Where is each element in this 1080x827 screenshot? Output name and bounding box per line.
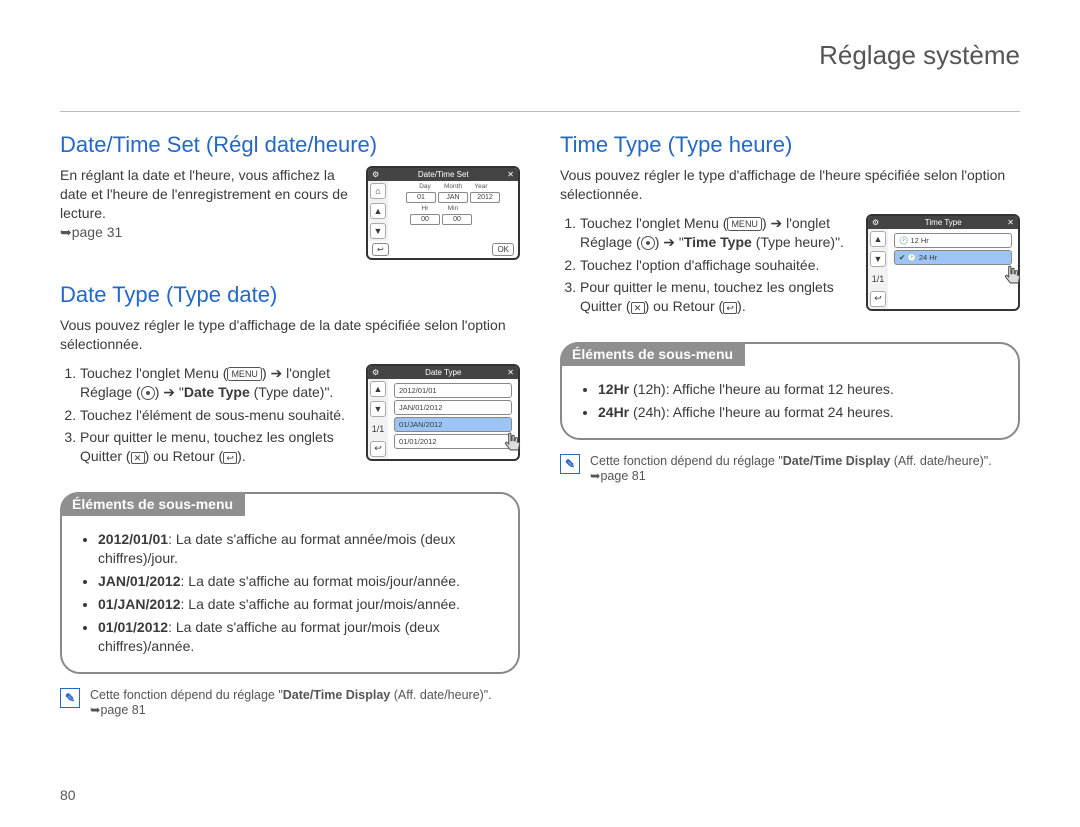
label-day: Day	[412, 183, 438, 190]
value-month[interactable]: JAN	[438, 192, 468, 203]
date-option[interactable]: JAN/01/2012	[394, 400, 512, 415]
date-type-desc: Vous pouvez régler le type d'affichage d…	[60, 316, 520, 354]
down-icon[interactable]: ▼	[870, 251, 886, 267]
right-column: Time Type (Type heure) Vous pouvez régle…	[560, 118, 1020, 717]
submenu-item: 01/01/2012: La date s'affiche au format …	[98, 618, 500, 656]
up-icon[interactable]: ▲	[870, 231, 886, 247]
two-columns: Date/Time Set (Régl date/heure) ⚙ Date/T…	[60, 118, 1020, 717]
gear-icon: ⚙	[872, 218, 879, 227]
submenu-item: 01/JAN/2012: La date s'affiche au format…	[98, 595, 500, 614]
time-type-desc: Vous pouvez régler le type d'affichage d…	[560, 166, 1020, 204]
note-icon: ✎	[60, 688, 80, 708]
value-year[interactable]: 2012	[470, 192, 500, 203]
screen-date-type: ⚙ Date Type ✕ ▲ ▼ 1/1 ↩	[356, 364, 520, 469]
menu-icon: MENU	[227, 367, 262, 381]
return-icon[interactable]: ↩	[370, 441, 386, 457]
check-icon: ✔	[899, 253, 905, 262]
close-icon[interactable]: ✕	[1007, 218, 1014, 227]
down-icon[interactable]: ▼	[370, 223, 386, 239]
label-min: Min	[440, 205, 466, 212]
submenu-item: JAN/01/2012: La date s'affiche au format…	[98, 572, 500, 591]
screen-title: Time Type	[925, 218, 962, 227]
date-option-selected[interactable]: 01/JAN/2012	[394, 417, 512, 432]
screen-title: Date Type	[425, 368, 461, 377]
divider	[60, 111, 1020, 112]
up-icon[interactable]: ▲	[370, 381, 386, 397]
submenu-elements-box: Éléments de sous-menu 2012/01/01: La dat…	[60, 492, 520, 673]
screen-datetime-set: ⚙ Date/Time Set ✕ ⌂ ▲ ▼	[356, 166, 520, 268]
home-icon[interactable]: ⌂	[370, 183, 386, 199]
submenu-item: 12Hr (12h): Affiche l'heure au format 12…	[598, 380, 1000, 399]
date-option[interactable]: 2012/01/01	[394, 383, 512, 398]
heading-time-type: Time Type (Type heure)	[560, 132, 1020, 158]
note-icon: ✎	[560, 454, 580, 474]
left-column: Date/Time Set (Régl date/heure) ⚙ Date/T…	[60, 118, 520, 717]
value-min[interactable]: 00	[442, 214, 472, 225]
return-icon[interactable]: ↩	[870, 291, 886, 307]
gear-icon	[141, 386, 155, 400]
value-hr[interactable]: 00	[410, 214, 440, 225]
date-option[interactable]: 01/01/2012	[394, 434, 512, 449]
page-indicator: 1/1	[870, 271, 886, 287]
up-icon[interactable]: ▲	[370, 203, 386, 219]
submenu-title: Éléments de sous-menu	[60, 492, 245, 516]
label-month: Month	[440, 183, 466, 190]
note: ✎ Cette fonction dépend du réglage "Date…	[560, 454, 1020, 483]
clock-icon: 🕐	[907, 253, 916, 262]
page-number: 80	[60, 787, 76, 803]
submenu-elements-box: Éléments de sous-menu 12Hr (12h): Affich…	[560, 342, 1020, 440]
gear-icon: ⚙	[372, 368, 379, 377]
close-icon[interactable]: ✕	[507, 170, 514, 179]
heading-date-type: Date Type (Type date)	[60, 282, 520, 308]
down-icon[interactable]: ▼	[370, 401, 386, 417]
value-day[interactable]: 01	[406, 192, 436, 203]
submenu-item: 24Hr (24h): Affiche l'heure au format 24…	[598, 403, 1000, 422]
gear-icon: ⚙	[372, 170, 379, 179]
submenu-item: 2012/01/01: La date s'affiche au format …	[98, 530, 500, 568]
manual-page: Réglage système Date/Time Set (Régl date…	[0, 0, 1080, 827]
clock-icon: 🕐	[899, 236, 908, 245]
page-header-title: Réglage système	[60, 40, 1020, 71]
screen-title: Date/Time Set	[418, 170, 469, 179]
return-icon[interactable]: ↩	[372, 243, 389, 256]
label-hr: Hr	[412, 205, 438, 212]
gear-icon	[641, 236, 655, 250]
close-icon: ✕	[131, 452, 145, 464]
note: ✎ Cette fonction dépend du réglage "Date…	[60, 688, 520, 717]
page-ref: ➥page 31	[60, 224, 122, 240]
submenu-title: Éléments de sous-menu	[560, 342, 745, 366]
label-year: Year	[468, 183, 494, 190]
return-icon: ↩	[223, 452, 237, 464]
time-option[interactable]: 🕐 12 Hr	[894, 233, 1012, 248]
close-icon: ✕	[631, 302, 645, 314]
heading-datetime-set: Date/Time Set (Régl date/heure)	[60, 132, 520, 158]
return-icon: ↩	[723, 302, 737, 314]
time-option-selected[interactable]: ✔ 🕐 24 Hr	[894, 250, 1012, 265]
close-icon[interactable]: ✕	[507, 368, 514, 377]
page-indicator: 1/1	[370, 421, 386, 437]
menu-icon: MENU	[727, 217, 762, 231]
screen-time-type: ⚙ Time Type ✕ ▲ ▼ 1/1 ↩	[856, 214, 1020, 319]
ok-button[interactable]: OK	[492, 243, 514, 256]
